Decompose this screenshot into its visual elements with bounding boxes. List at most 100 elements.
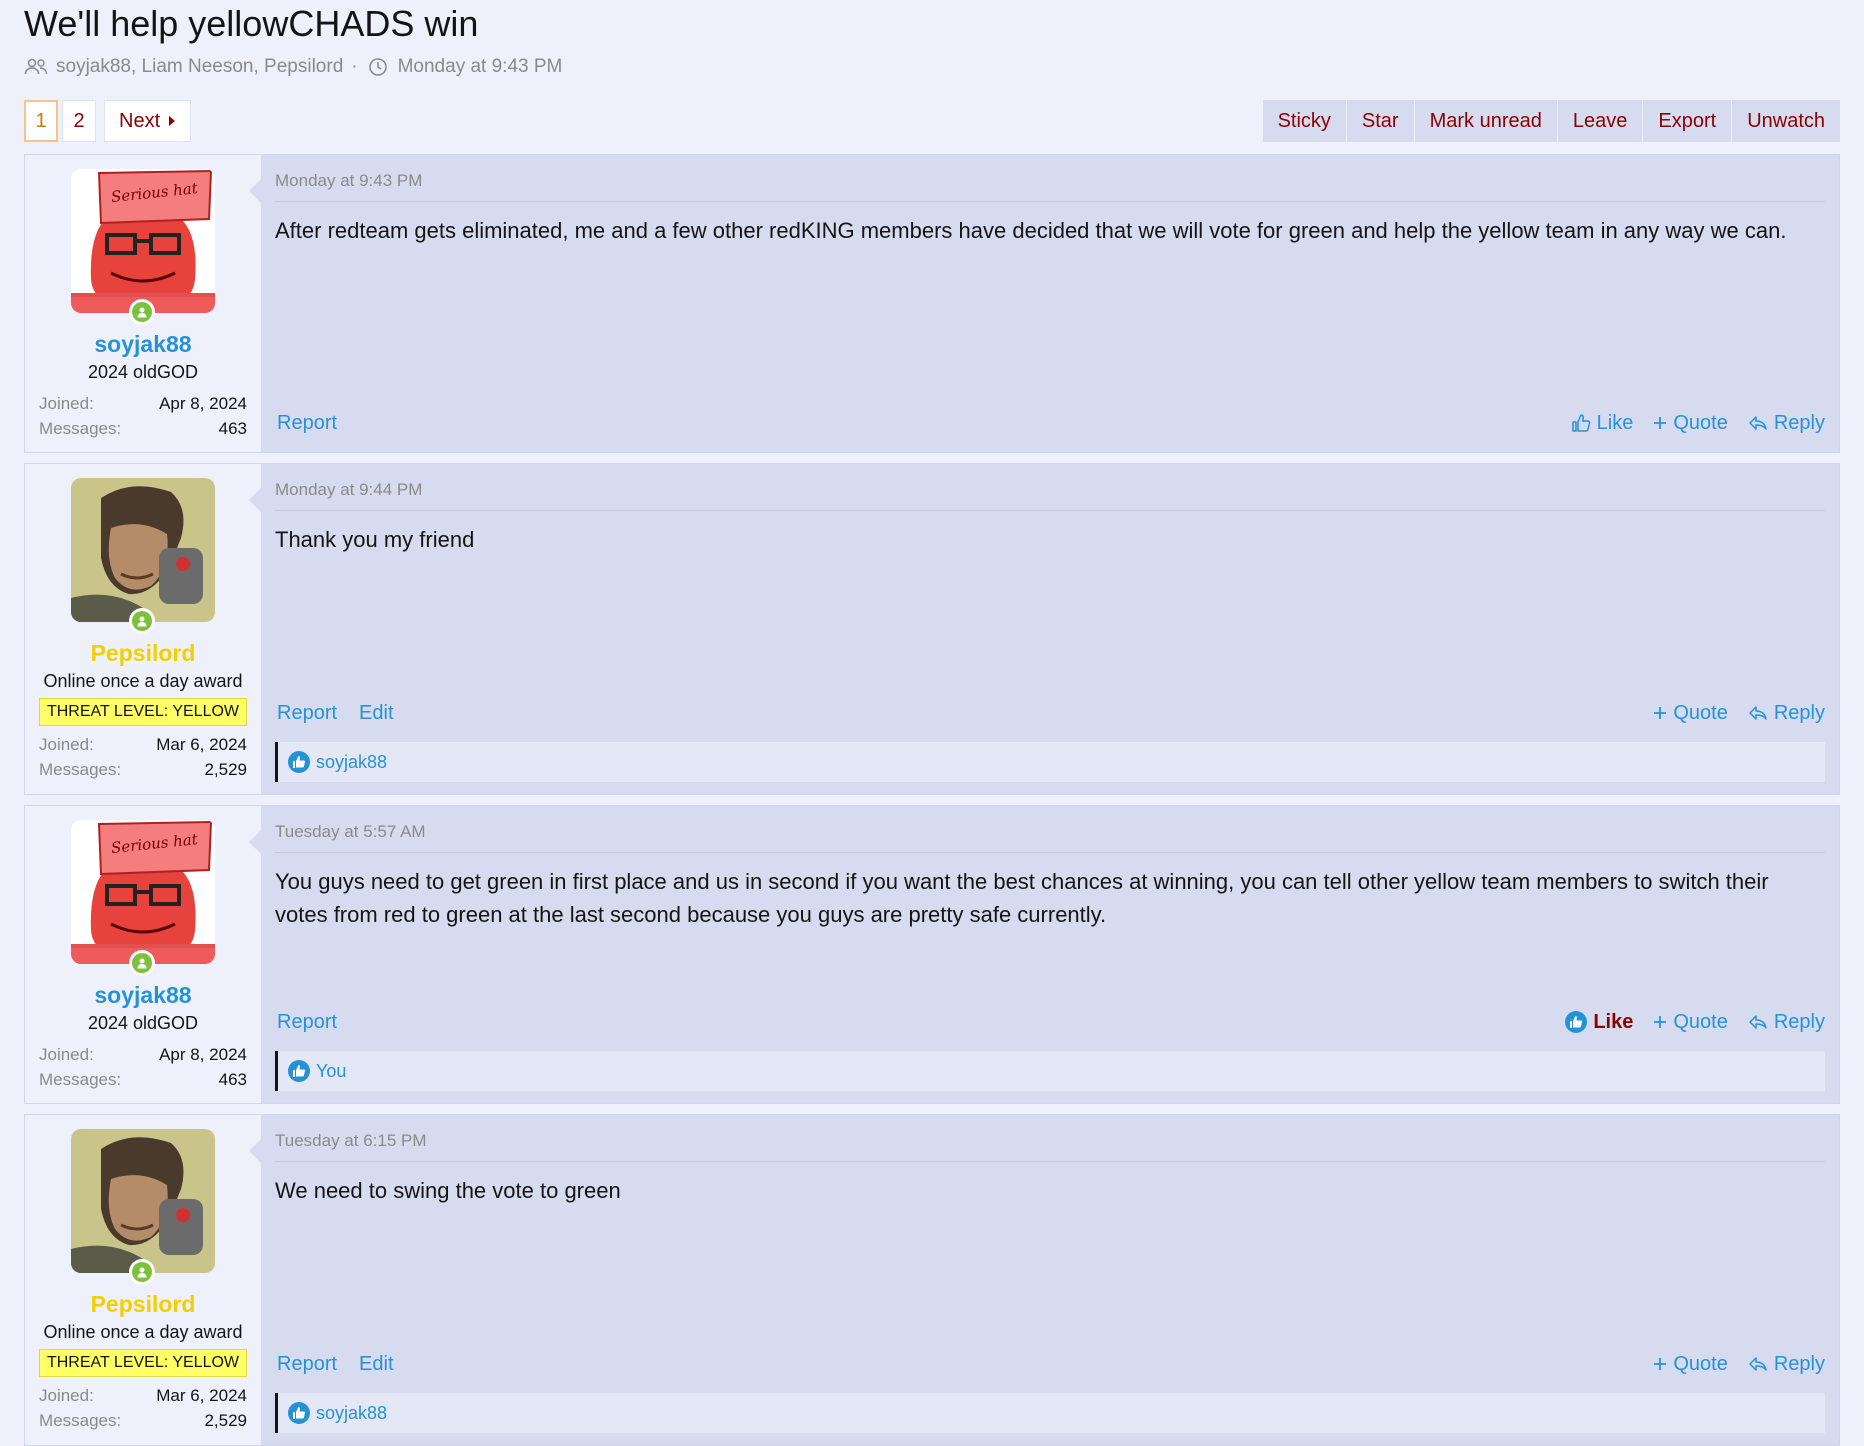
reply-button[interactable]: Reply <box>1748 412 1825 435</box>
thread-actions: Sticky Star Mark unread Leave Export Unw… <box>1262 100 1840 142</box>
report-link[interactable]: Report <box>277 412 337 435</box>
quote-label: Quote <box>1673 411 1728 434</box>
messages-count[interactable]: 2,529 <box>204 1408 247 1433</box>
post: Serious hat soyjak88 2024 oldGOD Joined:… <box>24 154 1840 453</box>
reply-icon <box>1749 706 1767 720</box>
joined-label: Joined: <box>39 735 94 754</box>
messages-label: Messages: <box>39 419 122 438</box>
like-reaction-icon <box>288 751 310 773</box>
post-user-panel: Pepsilord Online once a day award THREAT… <box>25 464 261 794</box>
user-stats: Joined: Apr 8, 2024 Messages: 463 <box>39 391 247 441</box>
user-title: 2024 oldGOD <box>87 1013 199 1033</box>
users-icon <box>24 55 48 79</box>
messages-label: Messages: <box>39 1411 122 1430</box>
sticky-button[interactable]: Sticky <box>1262 100 1347 142</box>
reactions-users[interactable]: You <box>316 1061 346 1082</box>
reply-icon <box>1749 416 1767 430</box>
like-reaction-icon <box>288 1402 310 1424</box>
messages-label: Messages: <box>39 1070 122 1089</box>
thread-participants[interactable]: soyjak88, Liam Neeson, Pepsilord <box>56 56 343 78</box>
post-body: We need to swing the vote to green <box>275 1178 621 1203</box>
thread-start-date[interactable]: Monday at 9:43 PM <box>398 56 563 78</box>
export-button[interactable]: Export <box>1643 100 1733 142</box>
post-footer: Report Like Quote Reply <box>275 1005 1825 1039</box>
reply-button[interactable]: Reply <box>1748 702 1825 725</box>
reply-label: Reply <box>1773 701 1825 724</box>
messages-count[interactable]: 463 <box>219 416 247 441</box>
quote-button[interactable]: Quote <box>1653 1011 1728 1034</box>
page-1-button[interactable]: 1 <box>24 100 58 142</box>
edit-link[interactable]: Edit <box>359 1353 393 1376</box>
plus-icon <box>1654 707 1667 719</box>
mark-unread-button[interactable]: Mark unread <box>1414 100 1558 142</box>
soldier-portrait-avatar[interactable] <box>71 1129 215 1273</box>
quote-button[interactable]: Quote <box>1653 1353 1728 1376</box>
username[interactable]: Pepsilord <box>91 638 196 668</box>
clock-icon <box>366 55 390 79</box>
username[interactable]: soyjak88 <box>94 329 191 359</box>
reactions-bar[interactable]: You <box>275 1051 1825 1091</box>
reactions-users[interactable]: soyjak88 <box>316 752 387 773</box>
user-title: 2024 oldGOD <box>87 362 199 382</box>
report-link[interactable]: Report <box>277 702 337 725</box>
reply-button[interactable]: Reply <box>1748 1011 1825 1034</box>
reply-label: Reply <box>1773 1010 1825 1033</box>
messages-label: Messages: <box>39 760 122 779</box>
avatar-container <box>71 1129 215 1285</box>
online-status-indicator <box>129 950 155 976</box>
messages-count[interactable]: 463 <box>219 1067 247 1092</box>
quote-label: Quote <box>1673 701 1728 724</box>
user-title: Online once a day award <box>43 1322 243 1342</box>
plus-icon <box>1654 1358 1667 1370</box>
avatar-container: Serious hat <box>71 820 215 976</box>
post-date[interactable]: Monday at 9:43 PM <box>275 155 1825 202</box>
post: Pepsilord Online once a day award THREAT… <box>24 463 1840 795</box>
page-2-button[interactable]: 2 <box>62 100 96 142</box>
post-body: Thank you my friend <box>275 527 475 552</box>
like-button-active[interactable]: Like <box>1565 1011 1633 1034</box>
username[interactable]: soyjak88 <box>94 980 191 1010</box>
post-user-panel: Serious hat soyjak88 2024 oldGOD Joined:… <box>25 806 261 1103</box>
thumbs-up-filled-icon <box>1565 1011 1588 1033</box>
joined-label: Joined: <box>39 1386 94 1405</box>
reply-label: Reply <box>1773 411 1825 434</box>
quote-button[interactable]: Quote <box>1653 701 1728 725</box>
post-content: Monday at 9:43 PM After redteam gets eli… <box>249 155 1839 452</box>
edit-link[interactable]: Edit <box>359 702 393 725</box>
post-body: You guys need to get green in first plac… <box>275 869 1769 927</box>
leave-button[interactable]: Leave <box>1557 100 1644 142</box>
next-page-label: Next <box>119 109 161 132</box>
soldier-portrait-avatar[interactable] <box>71 478 215 622</box>
thread-page: We'll help yellowCHADS win soyjak88, Lia… <box>0 0 1864 1446</box>
like-button[interactable]: Like <box>1571 412 1633 435</box>
reactions-bar[interactable]: soyjak88 <box>275 1393 1825 1433</box>
post-date[interactable]: Monday at 9:44 PM <box>275 464 1825 511</box>
plus-icon <box>1654 1016 1667 1028</box>
reply-button[interactable]: Reply <box>1748 1353 1825 1376</box>
report-link[interactable]: Report <box>277 1011 337 1034</box>
reactions-users[interactable]: soyjak88 <box>316 1403 387 1424</box>
post-date[interactable]: Tuesday at 5:57 AM <box>275 806 1825 853</box>
username[interactable]: Pepsilord <box>91 1289 196 1319</box>
joined-date: Mar 6, 2024 <box>156 735 247 754</box>
messages-count[interactable]: 2,529 <box>204 757 247 782</box>
post-body: After redteam gets eliminated, me and a … <box>275 218 1787 243</box>
star-button[interactable]: Star <box>1346 100 1415 142</box>
thread-meta: soyjak88, Liam Neeson, Pepsilord · Monda… <box>24 48 1840 86</box>
report-link[interactable]: Report <box>277 1353 337 1376</box>
caret-right-icon <box>169 116 176 126</box>
joined-label: Joined: <box>39 394 94 413</box>
serious-hat-soyjak-avatar[interactable]: Serious hat <box>71 820 215 964</box>
post: Pepsilord Online once a day award THREAT… <box>24 1114 1840 1446</box>
quote-button[interactable]: Quote <box>1653 411 1728 435</box>
post-content: Tuesday at 6:15 PM We need to swing the … <box>249 1115 1839 1445</box>
like-reaction-icon <box>288 1060 310 1082</box>
next-page-button[interactable]: Next <box>104 100 192 142</box>
post-date[interactable]: Tuesday at 6:15 PM <box>275 1115 1825 1162</box>
reactions-bar[interactable]: soyjak88 <box>275 742 1825 782</box>
reply-label: Reply <box>1773 1352 1825 1375</box>
unwatch-button[interactable]: Unwatch <box>1732 100 1840 142</box>
post-content: Tuesday at 5:57 AM You guys need to get … <box>249 806 1839 1103</box>
serious-hat-soyjak-avatar[interactable]: Serious hat <box>71 169 215 313</box>
user-icon <box>137 958 147 969</box>
